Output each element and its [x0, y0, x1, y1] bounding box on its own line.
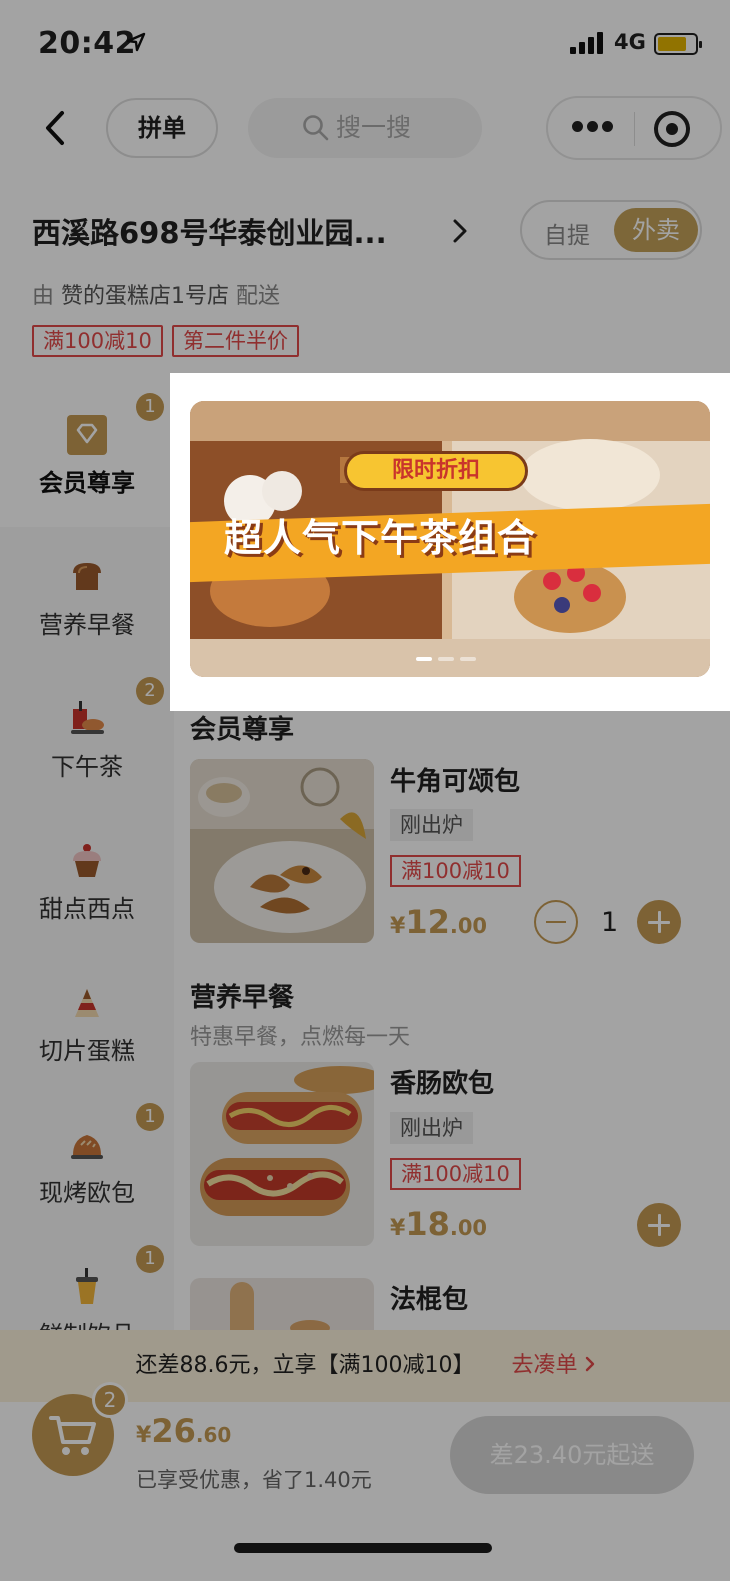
dim-overlay: [0, 0, 730, 1581]
banner-spotlight: 限时折扣 超人气下午茶组合: [170, 373, 730, 711]
carousel-dot[interactable]: [460, 657, 476, 661]
carousel-dot[interactable]: [416, 657, 432, 661]
home-indicator[interactable]: [234, 1543, 492, 1553]
banner-headline: 超人气下午茶组合: [224, 516, 537, 560]
banner-tag: 限时折扣: [344, 451, 528, 491]
carousel-indicator: [416, 657, 480, 661]
carousel-dot[interactable]: [438, 657, 454, 661]
promo-banner[interactable]: 限时折扣 超人气下午茶组合: [190, 401, 710, 677]
